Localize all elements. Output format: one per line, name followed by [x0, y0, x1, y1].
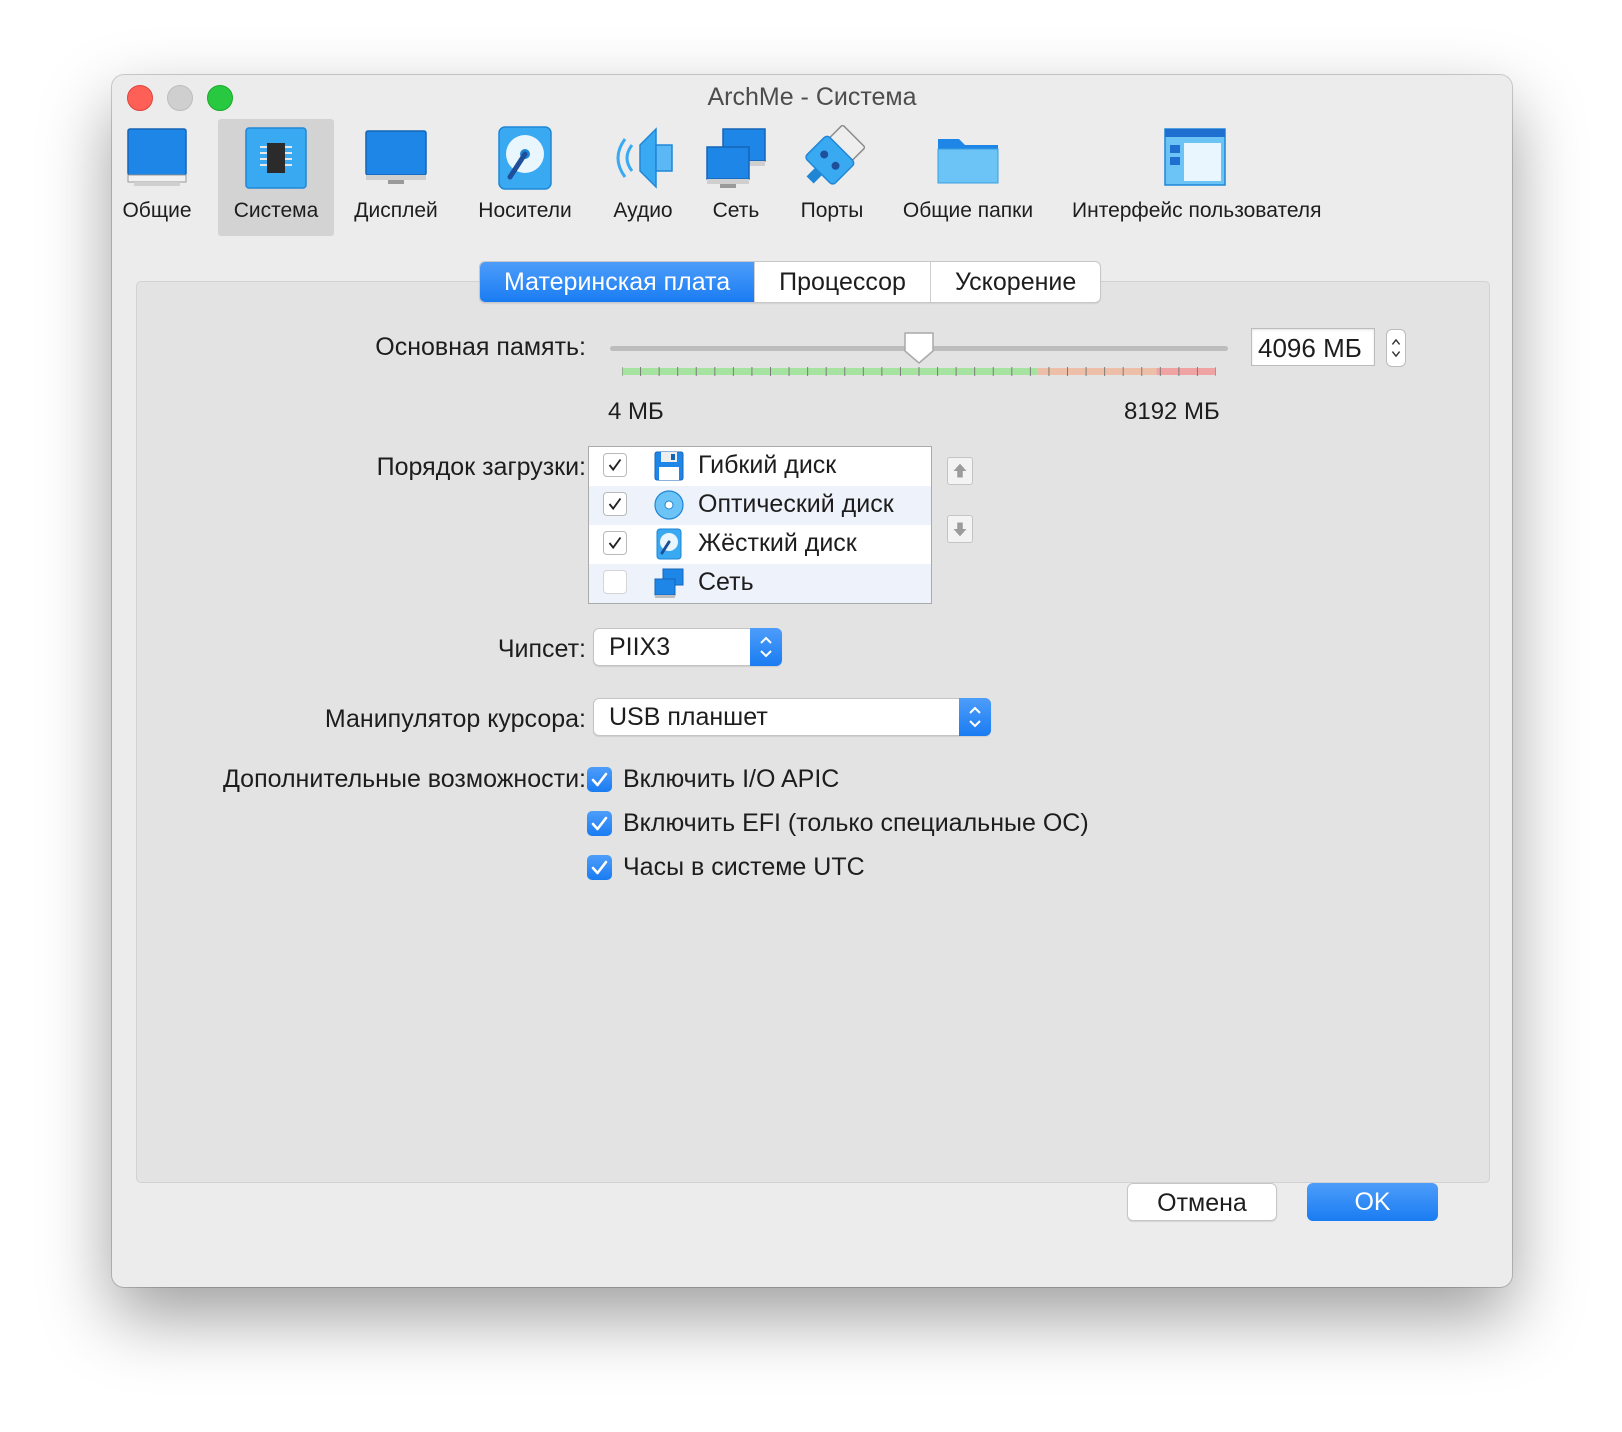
toolbar-item-general[interactable]: Общие — [116, 119, 198, 236]
boot-item-floppy-checkbox[interactable] — [603, 453, 627, 477]
toolbar-item-ports[interactable]: Порты — [788, 119, 876, 236]
network-icon — [654, 568, 684, 598]
folder-icon — [937, 139, 999, 184]
memory-slider-thumb[interactable] — [903, 331, 935, 365]
monitor-general-icon — [127, 128, 187, 186]
toolbar-item-network[interactable]: Сеть — [702, 119, 770, 236]
pointing-device-label: Манипулятор курсора: — [324, 705, 586, 733]
memory-min-label: 4 МБ — [608, 398, 664, 425]
boot-order-list: Гибкий диск Оптический диск Жёсткий диск — [588, 446, 932, 604]
network-icon — [706, 128, 766, 188]
floppy-icon — [654, 451, 684, 481]
memory-label: Основная память: — [375, 333, 586, 361]
memory-scale-zone — [1037, 368, 1157, 375]
toolbar-item-shared-folders[interactable]: Общие папки — [902, 119, 1034, 236]
tab-processor[interactable]: Процессор — [754, 262, 930, 302]
settings-toolbar: Общие Система Дисплей Носители Аудио Сет… — [112, 119, 1512, 239]
chipset-label: Чипсет: — [497, 635, 586, 663]
speaker-icon — [616, 127, 673, 189]
boot-order-label: Порядок загрузки: — [376, 453, 586, 481]
chipset-select[interactable]: PIIX3 — [593, 628, 782, 666]
memory-scale-zone — [1156, 368, 1216, 375]
ports-icon — [805, 125, 865, 185]
boot-item-hard-disk[interactable]: Жёсткий диск — [589, 525, 931, 564]
toolbar-item-audio[interactable]: Аудио — [604, 119, 682, 236]
boot-item-optical[interactable]: Оптический диск — [589, 486, 931, 525]
hard-disk-icon — [656, 528, 682, 560]
storage-disk-icon — [498, 126, 552, 190]
chip-icon — [245, 127, 307, 189]
tab-acceleration[interactable]: Ускорение — [929, 262, 1100, 302]
ioapic-checkbox[interactable] — [587, 767, 612, 792]
toolbar-item-display[interactable]: Дисплей — [348, 119, 444, 236]
utc-clock-checkbox[interactable] — [587, 855, 612, 880]
boot-item-optical-checkbox[interactable] — [603, 492, 627, 516]
tab-motherboard[interactable]: Материнская плата — [480, 262, 755, 302]
window-title: ArchMe - Система — [707, 83, 917, 111]
memory-max-label: 8192 МБ — [1124, 398, 1220, 425]
memory-scale-zone — [622, 368, 1038, 375]
toolbar-item-user-interface[interactable]: Интерфейс пользователя — [1072, 119, 1321, 236]
boot-item-network[interactable]: Сеть — [589, 564, 931, 603]
titlebar: ArchMe - Система — [112, 75, 1512, 119]
user-interface-icon — [1164, 128, 1226, 186]
memory-size-field[interactable]: 4096 МБ — [1251, 328, 1375, 366]
move-up-button[interactable] — [947, 457, 973, 485]
cancel-button[interactable]: Отмена — [1127, 1183, 1277, 1221]
efi-checkbox[interactable] — [587, 811, 612, 836]
display-icon — [365, 130, 427, 184]
memory-slider-scale — [622, 367, 1216, 376]
move-down-button[interactable] — [947, 515, 973, 543]
boot-item-hard-disk-checkbox[interactable] — [603, 531, 627, 555]
boot-item-floppy[interactable]: Гибкий диск — [589, 447, 931, 486]
toolbar-item-system[interactable]: Система — [218, 119, 334, 236]
pointing-device-select-arrows-icon — [959, 698, 991, 736]
tab-bar: Материнская плата Процессор Ускорение — [479, 261, 1102, 303]
optical-disc-icon — [654, 490, 684, 520]
pointing-device-select[interactable]: USB планшет — [593, 698, 991, 736]
settings-window: ArchMe - Система Общие Система Дисплей Н… — [112, 75, 1512, 1287]
extended-features-label: Дополнительные возможности: — [222, 765, 586, 793]
memory-stepper[interactable] — [1386, 329, 1406, 367]
chipset-select-arrows-icon — [750, 628, 782, 666]
ok-button[interactable]: OK — [1307, 1183, 1438, 1221]
boot-item-network-checkbox[interactable] — [603, 570, 627, 594]
toolbar-item-storage[interactable]: Носители — [472, 119, 578, 236]
